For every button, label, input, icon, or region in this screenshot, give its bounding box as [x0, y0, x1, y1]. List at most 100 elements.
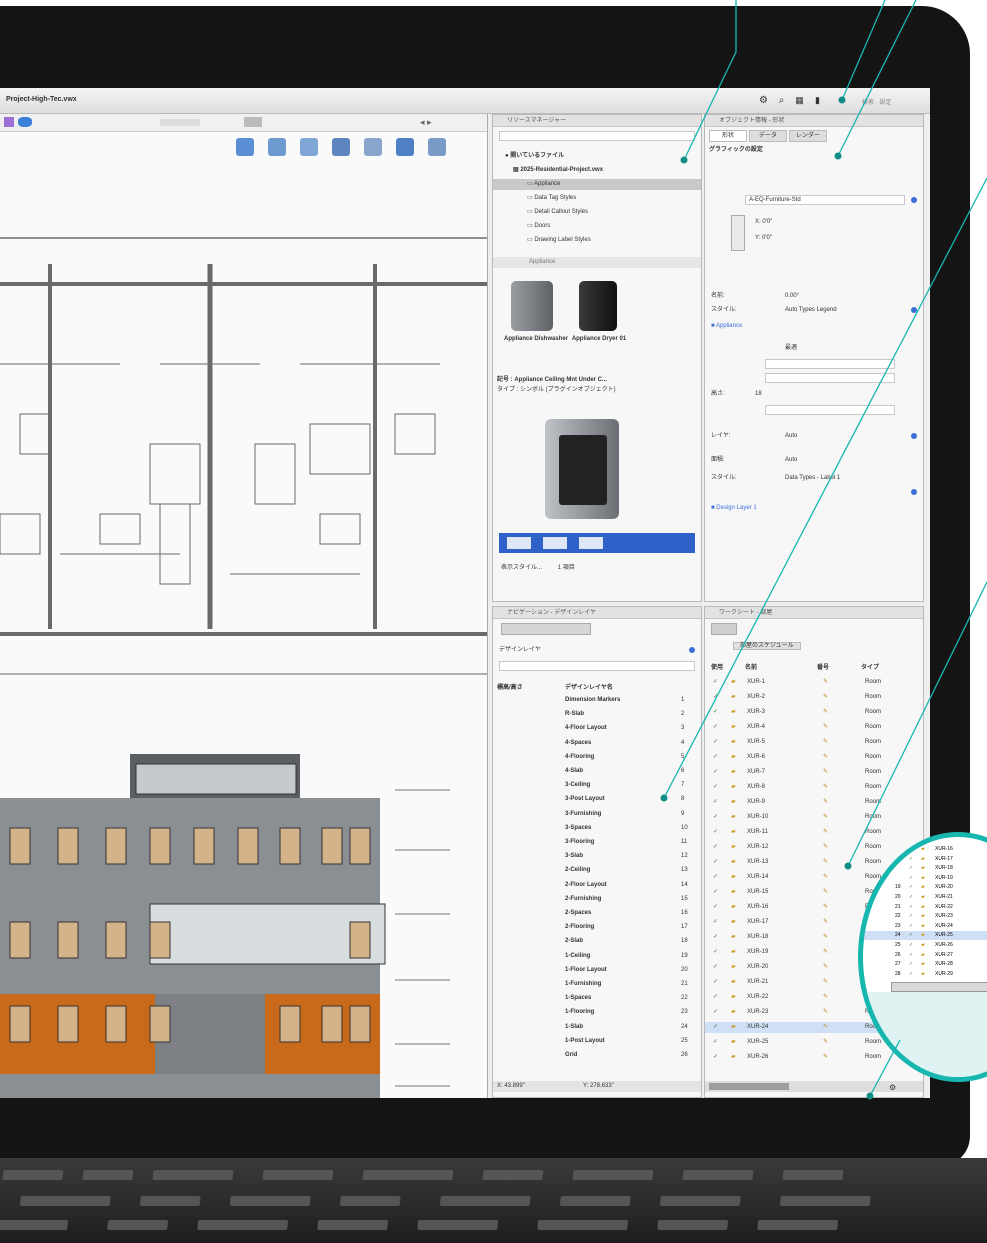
layer-row[interactable]: Grid 26 — [493, 1050, 701, 1061]
worksheet-row[interactable]: ✓ ▰ XUR-10 ✎ Room — [705, 812, 923, 823]
layer-row[interactable]: 1-Furnishing 21 — [493, 979, 701, 990]
dryer-thumb-icon[interactable] — [579, 281, 617, 331]
edit-icon[interactable]: ✎ — [823, 677, 828, 688]
tab-shape[interactable]: 形状 — [709, 130, 747, 142]
layer-row[interactable]: 1-Floor Layout 20 — [493, 965, 701, 976]
layer-row[interactable]: 3-Spaces 10 — [493, 823, 701, 834]
edit-icon[interactable]: ✎ — [823, 1052, 828, 1063]
settings-icon[interactable]: ⚙ — [889, 1082, 896, 1093]
check-icon[interactable]: ✓ — [713, 857, 718, 868]
style-field[interactable]: スタイル: Auto Types Legend — [705, 305, 923, 316]
edit-icon[interactable]: ✎ — [823, 737, 828, 748]
drawing-area[interactable]: ◂ ▸ — [0, 114, 488, 1098]
navigation-tabs[interactable] — [501, 623, 591, 635]
layer-row[interactable]: 1-Spaces 22 — [493, 993, 701, 1004]
check-icon[interactable]: ✓ — [713, 1037, 718, 1048]
check-icon[interactable]: ✓ — [713, 1052, 718, 1063]
tree-item[interactable]: ▭ Detail Callout Styles — [493, 207, 701, 218]
edit-icon[interactable]: ✎ — [823, 812, 828, 823]
filter-popup-icon[interactable] — [689, 647, 695, 653]
navigation-search-input[interactable] — [499, 661, 695, 671]
resource-mini-icon[interactable] — [507, 537, 531, 549]
edit-icon[interactable]: ✎ — [823, 707, 828, 718]
checkbox-layer[interactable]: ■ Design Layer 1 — [705, 503, 923, 514]
style2-field[interactable]: スタイル: Data Types - Label 1 — [705, 473, 923, 484]
check-icon[interactable]: ✓ — [713, 902, 718, 913]
edit-icon[interactable]: ✎ — [823, 887, 828, 898]
check-icon[interactable]: ✓ — [713, 677, 718, 688]
tree-item[interactable]: ▭ Doors — [493, 221, 701, 232]
layer-row[interactable]: 3-Post Layout 8 — [493, 794, 701, 805]
class-popup-icon[interactable] — [911, 197, 917, 203]
checkbox-use-style[interactable]: ■ Appliance — [705, 321, 923, 332]
resource-search-input[interactable] — [499, 131, 695, 141]
edit-icon[interactable]: ✎ — [823, 827, 828, 838]
worksheet-row[interactable]: ✓ ▰ XUR-11 ✎ Room — [705, 827, 923, 838]
check-icon[interactable]: ✓ — [713, 692, 718, 703]
layer-row[interactable]: 2-Flooring 17 — [493, 922, 701, 933]
room-schedule-button[interactable]: 部屋のスケジュール — [733, 642, 801, 650]
option-setting[interactable]: 最適 — [705, 343, 923, 354]
check-icon[interactable]: ✓ — [713, 782, 718, 793]
tree-item-selected[interactable]: ▭ Appliance — [493, 179, 701, 190]
edit-icon[interactable]: ✎ — [823, 692, 828, 703]
edit-icon[interactable]: ✎ — [823, 842, 828, 853]
layer-row[interactable]: R-Slab 2 — [493, 709, 701, 720]
check-icon[interactable]: ✓ — [713, 722, 718, 733]
check-icon[interactable]: ✓ — [713, 1022, 718, 1033]
resource-mini-icon[interactable] — [579, 537, 603, 549]
worksheet-row[interactable]: ✓ ▰ XUR-2 ✎ Room — [705, 692, 923, 703]
layer-row[interactable]: 1-Slab 24 — [493, 1022, 701, 1033]
style2-popup-icon[interactable] — [911, 489, 917, 495]
user-icon[interactable]: ▮ — [812, 95, 823, 106]
worksheet-row[interactable]: ✓ ▰ XUR-1 ✎ Room — [705, 677, 923, 688]
check-icon[interactable]: ✓ — [713, 887, 718, 898]
edit-icon[interactable]: ✎ — [823, 992, 828, 1003]
layer-field[interactable]: レイヤ: Auto — [705, 431, 923, 442]
worksheet-tool-icon[interactable] — [711, 623, 737, 635]
edit-icon[interactable]: ✎ — [823, 797, 828, 808]
edit-icon[interactable]: ✎ — [823, 782, 828, 793]
edit-icon[interactable]: ✎ — [823, 932, 828, 943]
layer-row[interactable]: 4-Slab 6 — [493, 766, 701, 777]
display-style-button[interactable]: 表示スタイル... — [501, 565, 542, 571]
check-icon[interactable]: ✓ — [713, 767, 718, 778]
setting-field-1[interactable] — [765, 359, 895, 369]
layer-row[interactable]: 2-Ceiling 13 — [493, 865, 701, 876]
layer-row[interactable]: 3-Ceiling 7 — [493, 780, 701, 791]
check-icon[interactable]: ✓ — [713, 977, 718, 988]
edit-icon[interactable]: ✎ — [823, 1022, 828, 1033]
edit-icon[interactable]: ✎ — [823, 722, 828, 733]
layer-row[interactable]: 1-Flooring 23 — [493, 1007, 701, 1018]
tree-item[interactable]: ▭ Drawing Label Styles — [493, 235, 701, 246]
y-field[interactable]: Y: 0'0" — [705, 233, 923, 244]
layer-row[interactable]: 3-Slab 12 — [493, 851, 701, 862]
tree-root[interactable]: ● 開いているファイル — [493, 151, 701, 162]
layer-popup-icon[interactable] — [911, 433, 917, 439]
check-icon[interactable]: ✓ — [713, 992, 718, 1003]
layer-row[interactable]: 3-Flooring 11 — [493, 837, 701, 848]
check-icon[interactable]: ✓ — [713, 827, 718, 838]
check-icon[interactable]: ✓ — [713, 797, 718, 808]
navigation-filter[interactable]: デザインレイヤ — [493, 645, 701, 656]
worksheet-row[interactable]: ✓ ▰ XUR-3 ✎ Room — [705, 707, 923, 718]
edit-icon[interactable]: ✎ — [823, 752, 828, 763]
tree-file[interactable]: ▤ 2025-Residential-Project.vwx — [493, 165, 701, 176]
layer-row[interactable]: 2-Floor Layout 14 — [493, 880, 701, 891]
layer-row[interactable]: Dimension Markers 1 — [493, 695, 701, 706]
check-icon[interactable]: ✓ — [713, 707, 718, 718]
check-icon[interactable]: ✓ — [713, 932, 718, 943]
edit-icon[interactable]: ✎ — [823, 917, 828, 928]
edit-icon[interactable]: ✎ — [823, 962, 828, 973]
resource-path-bar[interactable]: Appliance — [493, 257, 701, 268]
resource-mini-icon[interactable] — [543, 537, 567, 549]
edit-icon[interactable]: ✎ — [823, 947, 828, 958]
area-field[interactable]: 面積: Auto — [705, 455, 923, 466]
edit-icon[interactable]: ✎ — [823, 902, 828, 913]
check-icon[interactable]: ✓ — [713, 737, 718, 748]
worksheet-row[interactable]: ✓ ▰ XUR-4 ✎ Room — [705, 722, 923, 733]
layer-row[interactable]: 4-Spaces 4 — [493, 738, 701, 749]
bottom-tools-icon[interactable] — [709, 1083, 789, 1090]
worksheet-row[interactable]: ✓ ▰ XUR-9 ✎ Room — [705, 797, 923, 808]
check-icon[interactable]: ✓ — [713, 812, 718, 823]
